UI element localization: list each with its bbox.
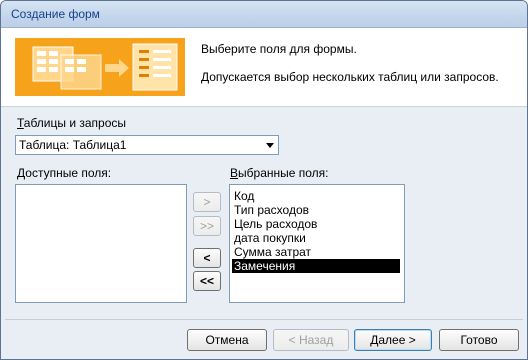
available-fields-list[interactable]	[15, 184, 187, 303]
next-button[interactable]: Далее >	[354, 329, 432, 351]
wizard-header: Выберите поля для формы. Допускается выб…	[1, 28, 527, 107]
hint-text: Допускается выбор нескольких таблиц или …	[201, 70, 499, 84]
list-item[interactable]: дата покупки	[232, 231, 306, 245]
add-field-button[interactable]: >	[193, 192, 221, 212]
cancel-button[interactable]: Отмена	[187, 329, 267, 351]
form-wizard-dialog: Создание форм Выберите поля для формы. Д…	[0, 0, 528, 360]
window-title: Создание форм	[11, 7, 100, 21]
title-bar: Создание форм	[1, 1, 527, 28]
remove-field-button[interactable]: <	[193, 248, 221, 268]
list-item[interactable]: Цель расходов	[232, 217, 317, 231]
tables-queries-label: Таблицы и запросы	[17, 116, 127, 130]
back-button[interactable]: < Назад	[273, 329, 349, 351]
tables-queries-combobox[interactable]: Таблица: Таблица1	[15, 135, 279, 155]
remove-all-fields-button[interactable]: <<	[193, 271, 221, 291]
list-item[interactable]: Тип расходов	[232, 203, 309, 217]
selected-fields-list[interactable]: Код Тип расходов Цель расходов дата поку…	[229, 184, 405, 303]
instruction-text: Выберите поля для формы.	[201, 42, 357, 56]
available-fields-label: Доступные поля:	[17, 166, 112, 180]
selected-fields-label: Выбранные поля:	[230, 166, 329, 180]
finish-button[interactable]: Готово	[439, 329, 519, 351]
chevron-down-icon[interactable]	[266, 143, 274, 148]
combobox-value: Таблица: Таблица1	[19, 138, 127, 152]
add-all-fields-button[interactable]: >>	[193, 216, 221, 236]
list-item[interactable]: Сумма затрат	[232, 245, 311, 259]
footer-divider	[5, 319, 523, 320]
list-item[interactable]: Код	[232, 189, 254, 203]
list-item-selected[interactable]: Замечения	[232, 259, 400, 273]
wizard-illustration-icon	[15, 38, 185, 96]
